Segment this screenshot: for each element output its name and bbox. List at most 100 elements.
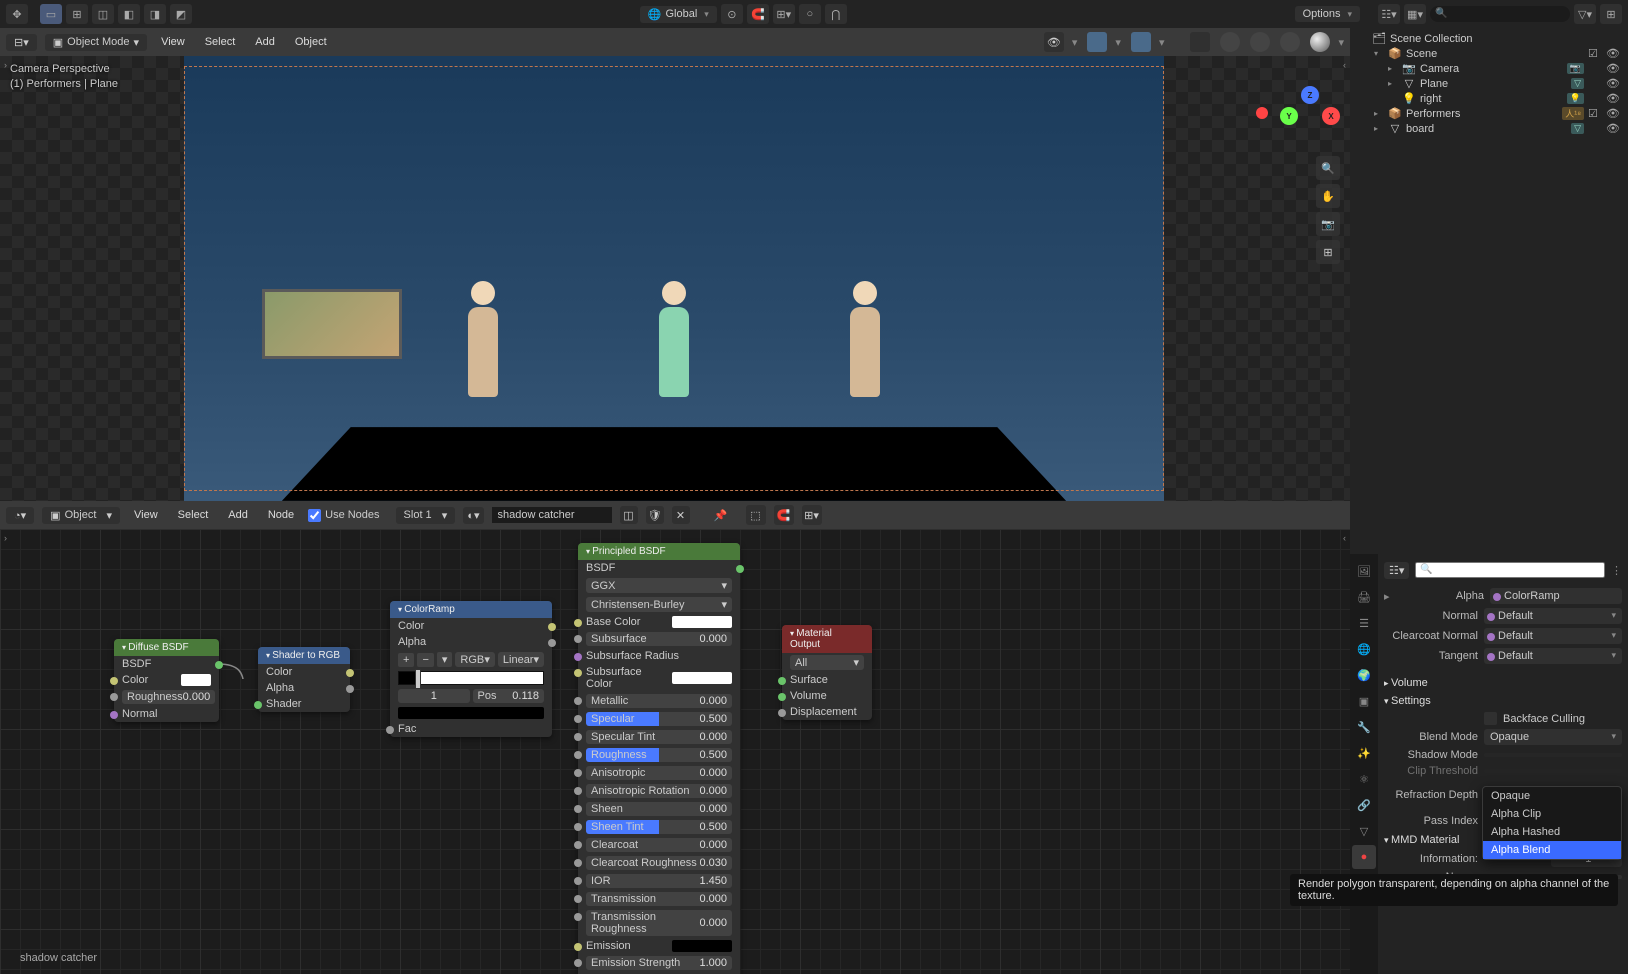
node-material-output[interactable]: Material Output All▾ Surface Volume Disp… bbox=[782, 625, 872, 720]
input-emission-strength[interactable]: Emission Strength1.000 bbox=[578, 954, 740, 972]
outliner-display-icon[interactable]: ☷▾ bbox=[1378, 4, 1400, 24]
falloff-icon[interactable]: ⋂ bbox=[825, 4, 847, 24]
colorramp-swatch[interactable] bbox=[390, 705, 552, 721]
outliner-item[interactable]: 💡right💡👁 bbox=[1354, 91, 1624, 106]
input-normal[interactable]: Normal bbox=[114, 706, 219, 722]
input-clearcoat[interactable]: Clearcoat0.000 bbox=[578, 836, 740, 854]
pan-icon[interactable]: ✋ bbox=[1316, 184, 1340, 208]
outliner-item[interactable]: ▸📷Camera📷👁 bbox=[1354, 61, 1624, 76]
target-select[interactable]: All▾ bbox=[782, 653, 872, 672]
outliner-item[interactable]: ▾📦Scene☑👁 bbox=[1354, 46, 1624, 61]
colorramp-pos[interactable]: 1 Pos0.118 bbox=[390, 687, 552, 705]
tab-data-icon[interactable]: ▽ bbox=[1352, 819, 1376, 843]
camera-view-icon[interactable]: 📷 bbox=[1316, 212, 1340, 236]
settings-panel-header[interactable]: Settings bbox=[1384, 692, 1622, 710]
filter-icon[interactable]: ▽▾ bbox=[1574, 4, 1596, 24]
blend-option-alpha-blend[interactable]: Alpha Blend bbox=[1483, 841, 1621, 859]
input-specular[interactable]: Specular0.500 bbox=[578, 710, 740, 728]
nav-gizmo[interactable]: ZYX bbox=[1280, 86, 1340, 146]
tab-modifier-icon[interactable]: 🔧 bbox=[1352, 715, 1376, 739]
shading-wire-icon[interactable] bbox=[1220, 32, 1240, 52]
shading-rendered-icon[interactable] bbox=[1310, 32, 1330, 52]
node-object-select[interactable]: ▣ Object ▾ bbox=[42, 507, 120, 524]
options-button[interactable]: Options bbox=[1295, 6, 1360, 22]
input-shader[interactable]: Shader bbox=[258, 696, 350, 712]
tab-particles-icon[interactable]: ✨ bbox=[1352, 741, 1376, 765]
material-slot-select[interactable]: Slot 1 ▾ bbox=[396, 507, 456, 524]
input-clearcoat-roughness[interactable]: Clearcoat Roughness0.030 bbox=[578, 854, 740, 872]
use-nodes-checkbox[interactable]: Use Nodes bbox=[308, 509, 379, 522]
proportional-icon[interactable]: ○ bbox=[799, 4, 821, 24]
material-icon[interactable]: ◐▾ bbox=[463, 507, 483, 524]
input-subsurface[interactable]: Subsurface0.000 bbox=[578, 630, 740, 648]
gizmo-toggle[interactable] bbox=[1087, 32, 1107, 52]
backface-culling-row[interactable]: Backface Culling bbox=[1384, 710, 1622, 727]
outliner-item[interactable]: ▸▽Plane▽👁 bbox=[1354, 76, 1624, 91]
shadow-mode-row[interactable]: Shadow Mode bbox=[1384, 747, 1622, 763]
new-material-icon[interactable]: ◫ bbox=[620, 506, 638, 524]
distribution-select[interactable]: GGX▾ bbox=[578, 576, 740, 595]
overlay-toggle[interactable] bbox=[1131, 32, 1151, 52]
input-roughness[interactable]: Roughness0.500 bbox=[578, 746, 740, 764]
viewport-collapse-left[interactable]: › bbox=[4, 60, 7, 70]
node-principled-bsdf[interactable]: Principled BSDF BSDF GGX▾ Christensen-Bu… bbox=[578, 543, 740, 974]
props-search[interactable] bbox=[1415, 562, 1605, 578]
tab-object-icon[interactable]: ▣ bbox=[1352, 689, 1376, 713]
tab-output-icon[interactable]: 🖨 bbox=[1352, 585, 1376, 609]
perspective-icon[interactable]: ⊞ bbox=[1316, 240, 1340, 264]
input-base-color[interactable]: Base Color bbox=[578, 614, 740, 630]
input-subsurface-color[interactable]: Subsurface Color bbox=[578, 664, 740, 692]
widget4-icon[interactable]: ◨ bbox=[144, 4, 166, 24]
zoom-icon[interactable]: 🔍 bbox=[1316, 156, 1340, 180]
select-menu[interactable]: Select bbox=[199, 34, 242, 50]
input-displacement[interactable]: Displacement bbox=[782, 704, 872, 720]
input-subsurface-radius[interactable]: Subsurface Radius bbox=[578, 648, 740, 664]
clip-threshold-row[interactable]: Clip Threshold bbox=[1384, 763, 1622, 779]
widget3-icon[interactable]: ◧ bbox=[118, 4, 140, 24]
node-view-menu[interactable]: View bbox=[128, 507, 164, 523]
colorramp-controls[interactable]: + − ▾ RGB▾ Linear▾ bbox=[390, 650, 552, 669]
widget-icon[interactable]: ⊞ bbox=[66, 4, 88, 24]
blend-option-alpha-hashed[interactable]: Alpha Hashed bbox=[1483, 823, 1621, 841]
input-specular-tint[interactable]: Specular Tint0.000 bbox=[578, 728, 740, 746]
colorramp-gradient[interactable] bbox=[390, 669, 552, 687]
input-transmission-roughness[interactable]: Transmission Roughness0.000 bbox=[578, 908, 740, 938]
clearcoat-normal-row[interactable]: Clearcoat Normal Default bbox=[1384, 626, 1622, 646]
blend-option-opaque[interactable]: Opaque bbox=[1483, 787, 1621, 805]
input-transmission[interactable]: Transmission0.000 bbox=[578, 890, 740, 908]
orientation-select[interactable]: 🌐 Global bbox=[640, 6, 717, 23]
parent-node-icon[interactable]: ⬚ bbox=[746, 505, 766, 525]
xray-icon[interactable] bbox=[1190, 32, 1210, 52]
editor-type-icon[interactable]: ⊟▾ bbox=[6, 34, 37, 51]
input-surface[interactable]: Surface bbox=[782, 672, 872, 688]
tab-physics-icon[interactable]: ⚛ bbox=[1352, 767, 1376, 791]
outliner-search[interactable] bbox=[1430, 6, 1570, 22]
unlink-material-icon[interactable]: ✕ bbox=[672, 506, 690, 524]
tab-render-icon[interactable]: 🖼 bbox=[1352, 559, 1376, 583]
tab-material-icon[interactable]: ● bbox=[1352, 845, 1376, 869]
alpha-row[interactable]: ▸ Alpha ColorRamp bbox=[1384, 586, 1622, 606]
object-menu[interactable]: Object bbox=[289, 34, 333, 50]
input-anisotropic[interactable]: Anisotropic0.000 bbox=[578, 764, 740, 782]
normal-row[interactable]: Normal Default bbox=[1384, 606, 1622, 626]
snap-mode-icon[interactable]: ⊞▾ bbox=[773, 4, 795, 24]
new-collection-icon[interactable]: ⊞ bbox=[1600, 4, 1622, 24]
node-editor-type-icon[interactable]: ◔▾ bbox=[6, 507, 34, 524]
volume-panel-header[interactable]: Volume bbox=[1384, 674, 1622, 692]
input-ior[interactable]: IOR1.450 bbox=[578, 872, 740, 890]
blend-mode-row[interactable]: Blend Mode Opaque bbox=[1384, 727, 1622, 747]
props-context-icon[interactable]: ☷▾ bbox=[1384, 562, 1409, 579]
snap-icon[interactable]: 🧲 bbox=[747, 4, 769, 24]
widget2-icon[interactable]: ◫ bbox=[92, 4, 114, 24]
node-node-menu[interactable]: Node bbox=[262, 507, 300, 523]
input-emission[interactable]: Emission bbox=[578, 938, 740, 954]
input-sheen[interactable]: Sheen0.000 bbox=[578, 800, 740, 818]
fake-user-icon[interactable]: 🛡 bbox=[646, 506, 664, 524]
node-diffuse-bsdf[interactable]: Diffuse BSDF BSDF Color Roughness0.000 N… bbox=[114, 639, 219, 722]
pivot-icon[interactable]: ⊙ bbox=[721, 4, 743, 24]
node-canvas[interactable]: ‹ › Diffuse BSDF BSDF Color Roughness0.0… bbox=[0, 529, 1350, 974]
node-colorramp[interactable]: ColorRamp Color Alpha + − ▾ RGB▾ Linear▾… bbox=[390, 601, 552, 737]
tab-scene-icon[interactable]: 🌐 bbox=[1352, 637, 1376, 661]
pin-icon[interactable]: 📌 bbox=[712, 506, 730, 524]
tab-constraint-icon[interactable]: 🔗 bbox=[1352, 793, 1376, 817]
